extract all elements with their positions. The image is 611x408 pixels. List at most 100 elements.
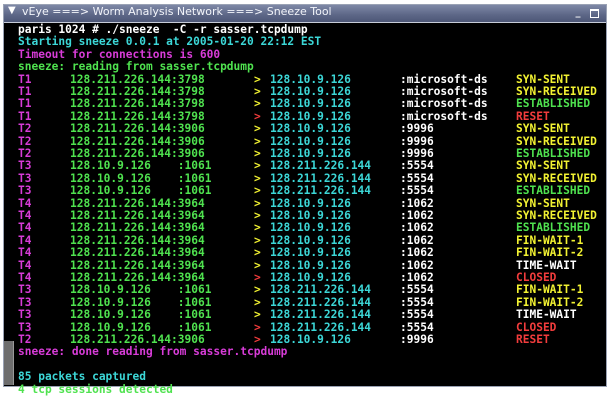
direction-arrow-icon: > (254, 97, 261, 111)
title-bar[interactable]: ▼ vEye ===> Worm Analysis Network ===> S… (4, 5, 606, 23)
terminal-header-line: Timeout for connections is 600 (18, 47, 221, 61)
window-menu-icon[interactable]: ▼ (8, 5, 16, 16)
scrollbar-thumb[interactable] (4, 341, 14, 385)
tcp-state: FIN-WAIT-1 (516, 283, 584, 297)
destination-address: 128.10.9.126 (270, 246, 351, 260)
source-address: 128.10.9.126 :1061 (70, 283, 212, 297)
direction-arrow-icon: > (254, 209, 261, 222)
tcp-state: SYN-RECEIVED (516, 85, 597, 98)
scrollbar[interactable] (4, 23, 14, 385)
session-id: T1 (18, 97, 32, 111)
destination-port: :microsoft-ds (400, 109, 488, 123)
destination-port: :1062 (400, 209, 434, 222)
source-address: 128.211.226.144:3964 (70, 233, 205, 247)
session-id: T3 (18, 184, 32, 198)
destination-port: :microsoft-ds (400, 97, 488, 111)
source-address: 128.211.226.144:3798 (70, 85, 205, 98)
tcp-state: SYN-SENT (516, 159, 570, 173)
session-id: T2 (18, 134, 32, 148)
destination-address: 128.10.9.126 (270, 109, 351, 123)
direction-arrow-icon: > (254, 159, 261, 173)
source-address: 128.211.226.144:3964 (70, 271, 205, 284)
source-address: 128.10.9.126 :1061 (70, 320, 212, 334)
source-address: 128.10.9.126 :1061 (70, 184, 212, 198)
destination-port: :1062 (400, 221, 434, 235)
session-id: T4 (18, 233, 32, 247)
tcp-state: ESTABLISHED (516, 184, 591, 198)
destination-address: 128.211.226.144 (270, 184, 372, 198)
destination-address: 128.211.226.144 (270, 159, 372, 173)
direction-arrow-icon: > (254, 109, 261, 123)
tcp-state: CLOSED (516, 271, 557, 284)
destination-port: :9996 (400, 147, 434, 160)
source-address: 128.211.226.144:3964 (70, 221, 205, 235)
session-id: T3 (18, 283, 32, 297)
session-id: T1 (18, 109, 32, 123)
window-title: vEye ===> Worm Analysis Network ===> Sne… (22, 5, 332, 18)
destination-address: 128.10.9.126 (270, 85, 351, 98)
destination-address: 128.10.9.126 (270, 72, 351, 86)
destination-port: :1062 (400, 246, 434, 260)
text-cursor[interactable] (107, 396, 115, 406)
terminal-output[interactable]: paris 1024 # ./sneeze -C -r sasser.tcpdu… (16, 23, 604, 408)
maximize-button[interactable] (588, 7, 600, 19)
direction-arrow-icon: > (254, 258, 261, 272)
shell-prompt: paris 1025 # (18, 396, 115, 408)
terminal-footer-line: sneeze: done reading from sasser.tcpdump (18, 346, 287, 358)
source-address: 128.211.226.144:3906 (70, 333, 205, 346)
direction-arrow-icon: > (254, 85, 261, 98)
tcp-state: RESET (516, 109, 550, 123)
destination-address: 128.10.9.126 (270, 271, 351, 284)
session-id: T2 (18, 147, 32, 160)
footer-text: 4 tcp sessions detected (18, 382, 173, 396)
source-address: 128.211.226.144:3906 (70, 147, 205, 160)
tcp-state: SYN-SENT (516, 72, 570, 86)
destination-port: :5554 (400, 308, 434, 322)
tcp-state: SYN-RECEIVED (516, 209, 597, 222)
destination-address: 128.211.226.144 (270, 320, 372, 334)
destination-port: :1062 (400, 258, 434, 272)
tcp-state: TIME-WAIT (516, 308, 577, 322)
destination-port: :9996 (400, 134, 434, 148)
direction-arrow-icon: > (254, 72, 261, 86)
session-id: T4 (18, 221, 32, 235)
source-address: 128.211.226.144:3906 (70, 122, 205, 136)
destination-port: :9996 (400, 333, 434, 346)
destination-address: 128.211.226.144 (270, 283, 372, 297)
destination-address: 128.10.9.126 (270, 97, 351, 111)
tcp-state: FIN-WAIT-2 (516, 246, 584, 260)
tcp-state: CLOSED (516, 320, 557, 334)
session-id: T1 (18, 72, 32, 86)
destination-port: :microsoft-ds (400, 72, 488, 86)
source-address: 128.211.226.144:3906 (70, 134, 205, 148)
session-id: T2 (18, 122, 32, 136)
session-id: T4 (18, 246, 32, 260)
session-id: T4 (18, 258, 32, 272)
minimize-button[interactable]: _ (572, 7, 584, 19)
destination-port: :1062 (400, 271, 434, 284)
direction-arrow-icon: > (254, 233, 261, 247)
session-id: T3 (18, 320, 32, 334)
destination-port: :5554 (400, 295, 434, 309)
source-address: 128.211.226.144:3798 (70, 97, 205, 111)
session-id: T4 (18, 196, 32, 210)
tcp-state: FIN-WAIT-2 (516, 295, 584, 309)
terminal-footer-line: 85 packets captured (18, 371, 146, 383)
source-address: 128.10.9.126 :1061 (70, 295, 212, 309)
tcp-state: ESTABLISHED (516, 147, 591, 160)
tcp-state: ESTABLISHED (516, 97, 591, 111)
destination-address: 128.211.226.144 (270, 308, 372, 322)
destination-address: 128.211.226.144 (270, 295, 372, 309)
direction-arrow-icon: > (254, 320, 261, 334)
session-id: T3 (18, 308, 32, 322)
tcp-state: TIME-WAIT (516, 258, 577, 272)
tcp-state: FIN-WAIT-1 (516, 233, 584, 247)
destination-address: 128.10.9.126 (270, 134, 351, 148)
direction-arrow-icon: > (254, 295, 261, 309)
source-address: 128.10.9.126 :1061 (70, 171, 212, 185)
destination-address: 128.10.9.126 (270, 221, 351, 235)
tcp-state: ESTABLISHED (516, 221, 591, 235)
source-address: 128.211.226.144:3964 (70, 258, 205, 272)
session-id: T2 (18, 333, 32, 346)
source-address: 128.10.9.126 :1061 (70, 308, 212, 322)
